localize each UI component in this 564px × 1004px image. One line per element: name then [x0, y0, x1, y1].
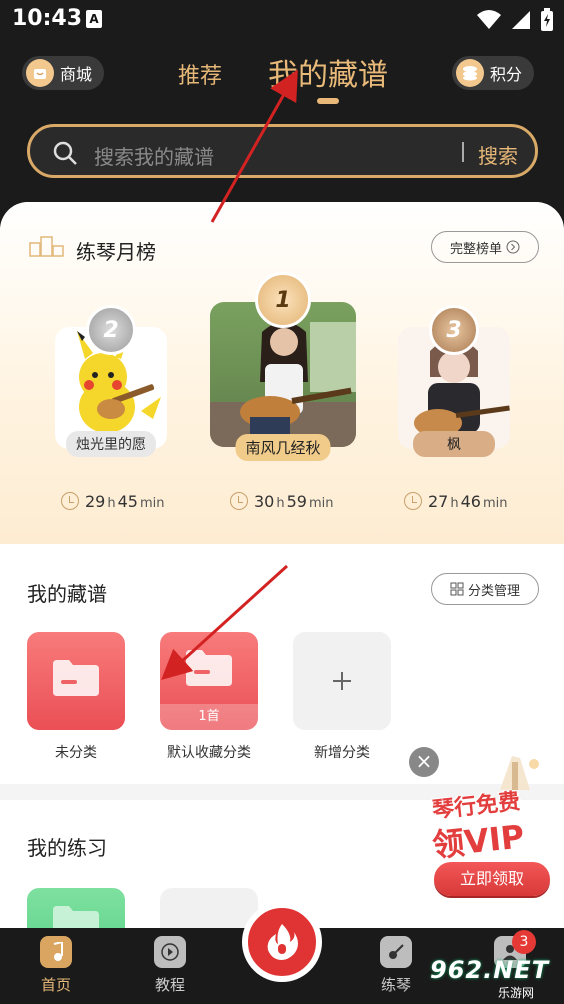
status-bar: 10:43 A [0, 0, 564, 40]
notification-a-icon: A [86, 10, 102, 28]
search-bar[interactable]: 搜索我的藏谱 搜索 [27, 124, 538, 178]
coins-icon [456, 59, 484, 87]
folder-uncategorized[interactable] [27, 632, 125, 730]
minutes-unit: min [482, 496, 508, 511]
nav-practice[interactable]: 练琴 [366, 936, 426, 995]
shop-bag-icon [26, 59, 54, 87]
search-button[interactable]: 搜索 [478, 140, 518, 169]
manage-categories-label: 分类管理 [467, 583, 520, 599]
collections-title: 我的藏谱 [27, 582, 107, 606]
nav-home[interactable]: 首页 [26, 936, 86, 995]
promo-line2: 领VIP [430, 817, 527, 865]
hours: 27 [428, 492, 449, 511]
rank-medal-2: 2 [86, 305, 136, 355]
folder-default[interactable]: 1首 [160, 632, 258, 730]
collections-section: 我的藏谱 分类管理 未分类 1首 默认收藏分类 新增分类 [0, 544, 564, 784]
practice-title: 我的练习 [27, 836, 107, 860]
full-ranking-button[interactable]: 完整榜单 [431, 231, 539, 263]
minutes: 59 [286, 492, 307, 511]
folder-label: 未分类 [55, 745, 97, 761]
minutes-unit: min [308, 496, 334, 511]
podium-icon [29, 236, 64, 257]
practice-time: 27 h 46 min [404, 489, 507, 511]
clock-icon [404, 492, 422, 510]
points-button[interactable]: 积分 [452, 56, 535, 90]
tab-my-collection[interactable]: 我的藏谱 [268, 50, 388, 94]
minutes: 45 [117, 492, 138, 511]
watermark-sub: 乐游网 [498, 986, 535, 1000]
clock-icon [61, 492, 79, 510]
practice-time: 30 h 59 min [230, 489, 333, 511]
ranking-item-1[interactable]: 1 南风几经秋 30 h 59 min [210, 272, 356, 511]
rank-name: 南风几经秋 [235, 434, 331, 461]
manage-categories-button[interactable]: 分类管理 [431, 573, 539, 605]
points-label: 积分 [490, 65, 523, 84]
site-watermark: 962.NET 乐游网 [428, 956, 560, 1000]
hours: 29 [85, 492, 106, 511]
ranking-item-2[interactable]: 2 烛光里的愿 29 h 45 min [55, 297, 167, 511]
battery-icon [541, 8, 553, 31]
nav-label: 教程 [154, 976, 185, 994]
rank-medal-3: 3 [429, 305, 479, 355]
search-icon [53, 141, 77, 165]
shop-label: 商城 [60, 65, 93, 84]
hours-unit: h [276, 496, 285, 511]
shop-button[interactable]: 商城 [22, 56, 105, 90]
folder-icon [53, 660, 99, 696]
plus-icon [333, 672, 351, 690]
ranking-title: 练琴月榜 [76, 240, 156, 264]
hours-unit: h [450, 496, 459, 511]
claim-now-button[interactable]: 立即领取 [434, 862, 550, 896]
folder-icon [186, 650, 232, 686]
hours-unit: h [107, 496, 116, 511]
tab-recommend[interactable]: 推荐 [178, 58, 222, 90]
grid-icon [450, 582, 464, 596]
monthly-ranking-card: 练琴月榜 完整榜单 2 烛光里的愿 29 h 45 min 1 南风几经秋 30… [0, 202, 564, 544]
nav-label: 练琴 [380, 976, 411, 994]
watermark-number: 962.NET [430, 956, 550, 984]
folder-count: 1首 [160, 704, 258, 730]
notification-badge: 3 [512, 930, 536, 954]
music-note-icon [40, 936, 72, 968]
chevron-right-icon [506, 240, 520, 254]
rank-name: 枫 [413, 431, 495, 457]
full-ranking-label: 完整榜单 [449, 241, 502, 257]
status-time: 10:43 [12, 6, 83, 31]
guitar-icon [380, 936, 412, 968]
signal-icon [512, 11, 530, 29]
search-divider [462, 142, 464, 162]
nav-label: 首页 [40, 976, 71, 994]
center-record-button[interactable] [242, 902, 322, 982]
nav-tutorial[interactable]: 教程 [140, 936, 200, 995]
minutes-unit: min [139, 496, 165, 511]
tab-indicator [317, 98, 339, 104]
wifi-icon [477, 10, 501, 29]
status-right [476, 8, 554, 32]
ranking-item-3[interactable]: 3 枫 27 h 46 min [398, 297, 510, 511]
clock-icon [230, 492, 248, 510]
folder-label: 默认收藏分类 [167, 745, 251, 761]
play-icon [154, 936, 186, 968]
folder-label: 新增分类 [314, 745, 370, 761]
vip-promo[interactable]: 琴行免费 领VIP 立即领取 [428, 756, 554, 900]
hours: 30 [254, 492, 275, 511]
rank-name: 烛光里的愿 [66, 431, 156, 457]
practice-time: 29 h 45 min [61, 489, 164, 511]
search-input[interactable]: 搜索我的藏谱 [94, 141, 214, 170]
rank-medal-1: 1 [255, 272, 311, 328]
add-category-button[interactable] [293, 632, 391, 730]
minutes: 46 [460, 492, 481, 511]
flame-mic-icon [267, 924, 298, 960]
